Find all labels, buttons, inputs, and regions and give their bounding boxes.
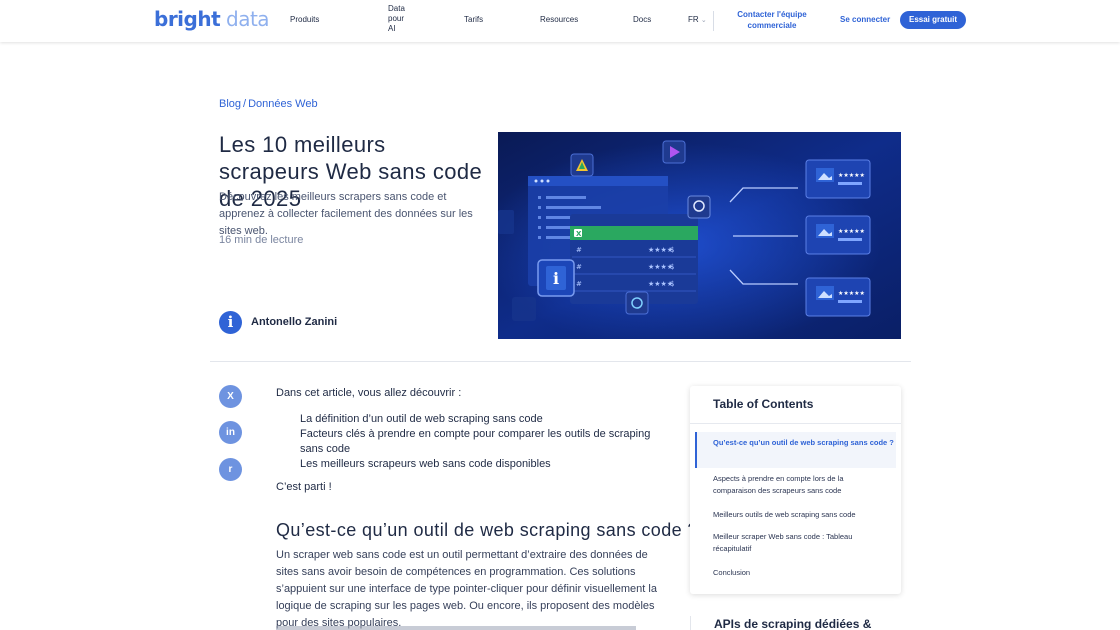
svg-text:#: # (576, 263, 582, 271)
nav-separator (713, 11, 714, 31)
section-divider (210, 361, 911, 362)
linkedin-icon: in (226, 427, 235, 438)
svg-text:X: X (576, 230, 582, 238)
contact-sales-link[interactable]: Contacter l'équipe commerciale (732, 9, 812, 31)
section-heading: Qu’est-ce qu’un outil de web scraping sa… (276, 520, 698, 540)
toc-title: Table of Contents (713, 397, 814, 411)
svg-text:★★★★★: ★★★★★ (838, 290, 865, 297)
list-item: Facteurs clés à prendre en compte pour c… (300, 428, 651, 455)
share-reddit-button[interactable]: r (219, 458, 242, 481)
widget-title: APIs de scraping dédiées & (714, 617, 872, 630)
intro-text: Dans cet article, vous allez découvrir : (276, 387, 462, 399)
nav-resources[interactable]: Resources (540, 15, 578, 25)
read-time: 16 min de lecture (219, 234, 304, 246)
breadcrumb: Blog / Données Web (219, 98, 318, 110)
svg-text:$: $ (670, 246, 674, 254)
next-paragraph-cutoff (276, 622, 668, 630)
chevron-down-icon: ⌄ (700, 17, 707, 24)
nav-data-pour-ai[interactable]: Data pour AI (388, 4, 412, 34)
scraping-apis-widget: APIs de scraping dédiées & (690, 616, 901, 630)
section-paragraph: Un scraper web sans code est un outil pe… (276, 549, 657, 629)
toc-item[interactable]: Conclusion (713, 567, 883, 579)
author-avatar[interactable]: i (219, 311, 242, 334)
breadcrumb-category-link[interactable]: Données Web (248, 98, 318, 110)
table-of-contents: Table of Contents Qu’est-ce qu’un outil … (690, 386, 901, 594)
language-selector[interactable]: FR ⌄ (688, 15, 707, 26)
nav-produits[interactable]: Produits (290, 15, 319, 25)
bright-data-logo[interactable]: bright data (154, 7, 270, 31)
x-icon: X (227, 391, 234, 402)
svg-text:★★★★★: ★★★★★ (838, 228, 865, 235)
breadcrumb-separator: / (243, 98, 247, 110)
toc-item[interactable]: Aspects à prendre en compte lors de la c… (713, 473, 883, 497)
breadcrumb-blog-link[interactable]: Blog (219, 98, 241, 110)
svg-text:#: # (576, 280, 582, 288)
toc-item[interactable]: Meilleur scraper Web sans code : Tableau… (713, 531, 883, 555)
svg-text:$: $ (670, 263, 674, 271)
author-name[interactable]: Antonello Zanini (251, 316, 337, 328)
list-item: La définition d’un outil de web scraping… (300, 413, 543, 425)
nav-docs[interactable]: Docs (633, 15, 651, 25)
svg-text:#: # (576, 246, 582, 254)
share-x-button[interactable]: X (219, 385, 242, 408)
free-trial-button[interactable]: Essai gratuit (900, 11, 966, 29)
toc-divider (690, 423, 901, 424)
login-link[interactable]: Se connecter (840, 15, 890, 24)
reddit-icon: r (228, 464, 233, 475)
top-nav-bar: bright data Produits Data pour AI Tarifs… (0, 0, 1120, 42)
article-intro: Dans cet article, vous allez découvrir :… (276, 386, 668, 493)
nav-tarifs[interactable]: Tarifs (464, 15, 483, 25)
hero-illustration: X # ★★★★ $ # ★★★★ $ # ★★★★ $ i ★★★★★ ★★★… (498, 132, 901, 339)
article-subtitle: Découvrez les meilleurs scrapers sans co… (219, 191, 473, 237)
language-label: FR (688, 15, 699, 24)
intro-list: La définition d’un outil de web scraping… (300, 412, 668, 472)
toc-item[interactable]: Meilleurs outils de web scraping sans co… (713, 509, 883, 521)
svg-text:★★★★★: ★★★★★ (838, 172, 865, 179)
svg-text:i: i (553, 269, 559, 288)
svg-text:$: $ (670, 280, 674, 288)
outro-text: C’est parti ! (276, 481, 332, 493)
share-linkedin-button[interactable]: in (219, 421, 242, 444)
toc-item-active[interactable]: Qu’est-ce qu’un outil de web scraping sa… (695, 432, 896, 468)
list-item: Les meilleurs scrapeurs web sans code di… (300, 458, 551, 470)
